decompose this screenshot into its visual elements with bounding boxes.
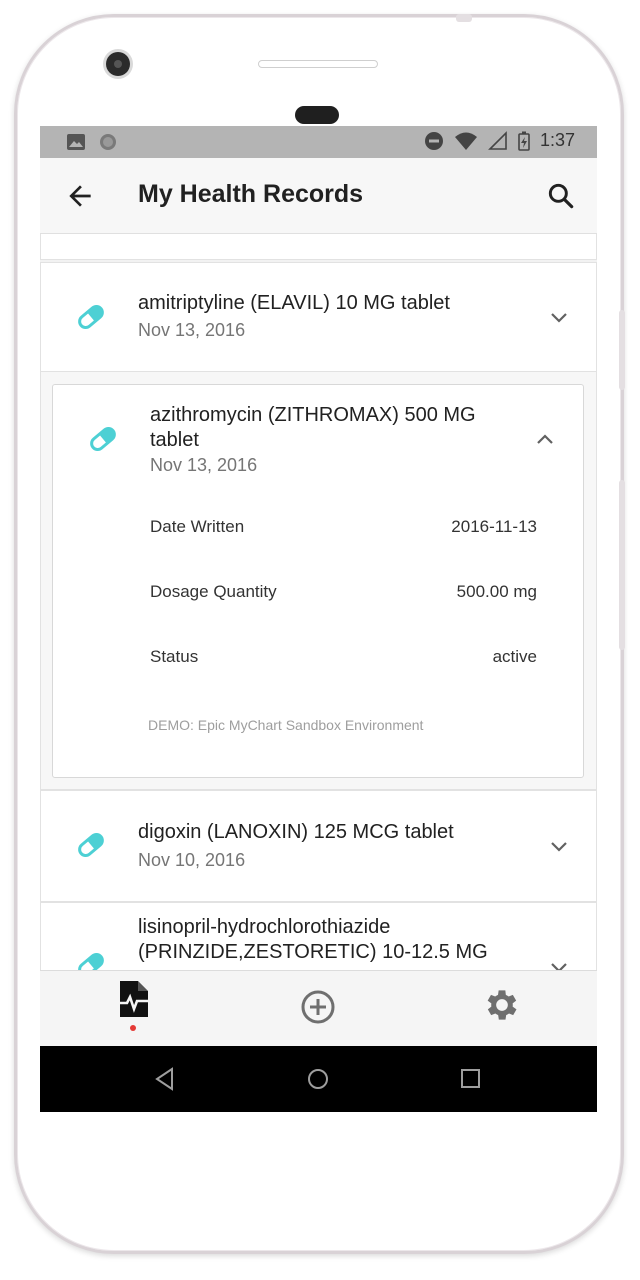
medication-name: digoxin (LANOXIN) 125 MCG tablet [138, 821, 454, 843]
sensor-pill [295, 106, 339, 124]
detail-value: 2016-11-13 [451, 517, 537, 536]
volume-button [619, 480, 625, 650]
recents-square-icon[interactable] [458, 1066, 484, 1092]
detail-label: Dosage Quantity [150, 582, 277, 601]
medication-date: Nov 10, 2016 [138, 850, 246, 870]
list-item[interactable]: lisinopril-hydrochlorothiazide (PRINZIDE… [40, 902, 597, 970]
wifi-icon [454, 132, 477, 150]
detail-value: 500.00 mg [456, 582, 537, 601]
chevron-down-icon[interactable] [547, 955, 571, 970]
system-navigation-bar [40, 1046, 597, 1112]
do-not-disturb-icon [424, 131, 443, 150]
image-notification-icon [67, 134, 85, 150]
earpiece-speaker [258, 60, 378, 68]
power-button [619, 310, 625, 390]
pill-icon [78, 305, 104, 329]
screen: 1:37 My Health Records amitriptyline (EL… [40, 126, 597, 1112]
chevron-down-icon[interactable] [547, 305, 571, 329]
gear-icon[interactable] [482, 985, 522, 1025]
pill-icon [78, 833, 104, 857]
bottom-navigation [40, 970, 597, 1046]
add-circle-icon[interactable] [298, 987, 338, 1027]
list-item[interactable]: amitriptyline (ELAVIL) 10 MG tablet Nov … [40, 262, 597, 372]
detail-value: active [492, 647, 537, 666]
status-time: 1:37 [539, 130, 575, 150]
pill-icon [90, 427, 116, 451]
medication-name: lisinopril-hydrochlorothiazide (PRINZIDE… [138, 916, 488, 963]
records-list[interactable]: amitriptyline (ELAVIL) 10 MG tablet Nov … [40, 234, 597, 970]
battery-icon [518, 131, 530, 151]
chevron-down-icon[interactable] [547, 834, 571, 858]
page-title: My Health Records [138, 180, 364, 208]
status-bar: 1:37 [40, 126, 597, 158]
pill-icon [78, 953, 104, 970]
list-item-expanded[interactable]: azithromycin (ZITHROMAX) 500 MG tablet N… [52, 384, 584, 778]
top-notch-button [456, 14, 472, 22]
home-circle-icon[interactable] [305, 1066, 331, 1092]
detail-label: Status [150, 647, 199, 666]
status-right: 1:37 [424, 130, 575, 151]
medication-date: Nov 13, 2016 [150, 455, 258, 475]
front-camera [106, 52, 130, 76]
medication-name: azithromycin (ZITHROMAX) 500 MG tablet [150, 404, 476, 451]
app-bar: My Health Records [40, 158, 597, 234]
status-left [66, 132, 118, 152]
list-item [40, 234, 597, 260]
demo-environment-note: DEMO: Epic MyChart Sandbox Environment [148, 717, 424, 733]
arrow-left-icon[interactable] [64, 180, 96, 212]
back-triangle-icon[interactable] [152, 1066, 178, 1092]
list-item[interactable]: digoxin (LANOXIN) 125 MCG tablet Nov 10,… [40, 790, 597, 902]
sync-notification-icon [100, 134, 116, 150]
medication-date: Nov 13, 2016 [138, 320, 246, 340]
cell-signal-icon [488, 130, 507, 150]
medication-name: amitriptyline (ELAVIL) 10 MG tablet [138, 292, 450, 314]
chevron-up-icon[interactable] [533, 428, 557, 452]
search-icon[interactable] [545, 180, 577, 212]
health-record-icon[interactable] [114, 979, 154, 1019]
active-tab-indicator [130, 1025, 136, 1031]
detail-label: Date Written [150, 517, 245, 536]
